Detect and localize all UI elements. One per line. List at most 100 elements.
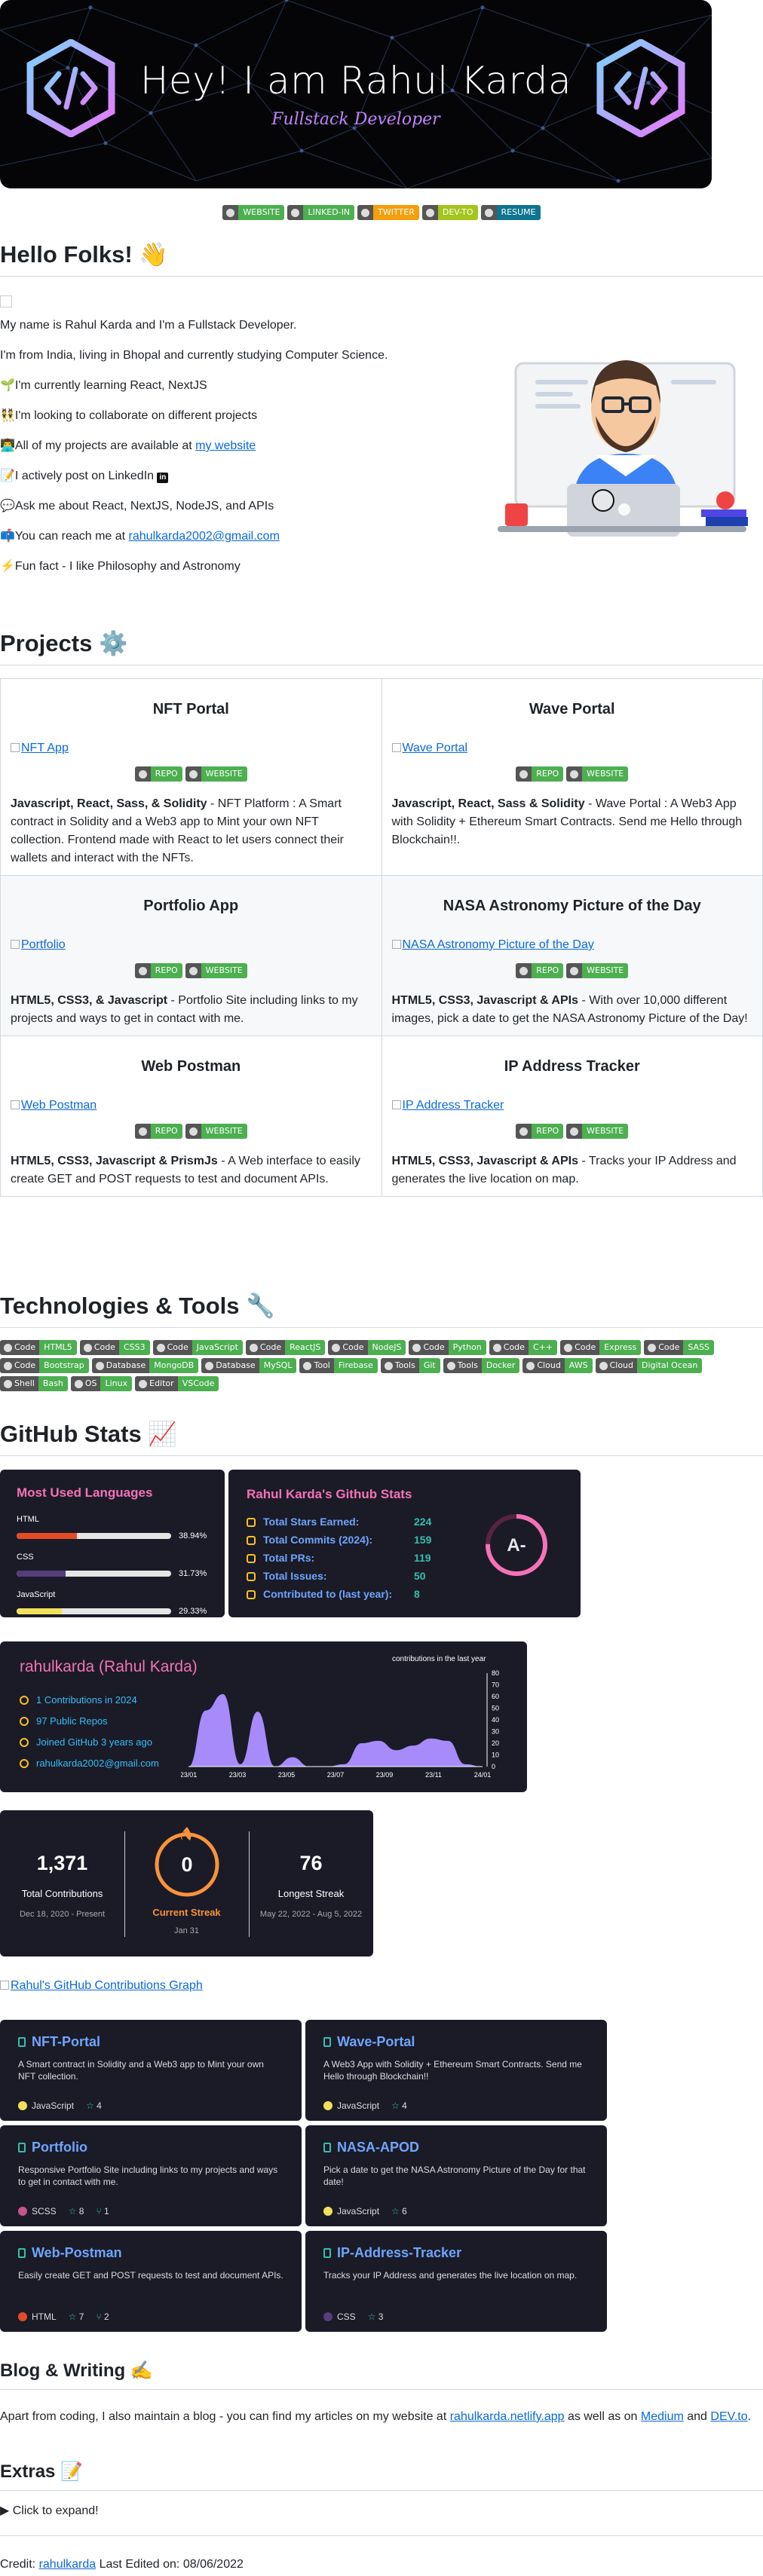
repo-badge[interactable]: REPO [516,766,564,782]
emoji: 📫 [0,530,15,543]
devto-link[interactable]: DEV.to [710,2410,747,2423]
medium-link[interactable]: Medium [641,2410,684,2423]
tech-logo-icon [95,1361,104,1370]
current-streak-date: Jan 31 [173,1926,200,1935]
extras-expander[interactable]: ▶ Click to expand! [0,2502,99,2520]
mail-icon [20,1758,29,1768]
repo-badge[interactable]: REPO [134,1124,182,1139]
tech-logo-icon [4,1379,12,1388]
y-tick-label: 30 [492,1728,499,1736]
contributions-area [188,1693,483,1767]
language-dot [18,2312,27,2321]
banner-title: Hey! I am Rahul Karda [139,59,572,102]
pinned-repo-card[interactable]: Web-Postman Easily create GET and POST re… [0,2231,302,2332]
tech-logo-icon [249,1343,258,1352]
website-badge[interactable]: WEBSITE [566,1124,629,1139]
social-badge-dev-to[interactable]: DEV-TO [421,205,478,220]
credit-link[interactable]: rahulkarda [39,2558,97,2571]
about-link[interactable]: my website [195,439,256,452]
website-badge[interactable]: WEBSITE [185,963,247,978]
stat-value: 119 [414,1552,431,1564]
project-image-link[interactable]: NFT App [11,739,372,757]
social-badge-linked-in[interactable]: LINKED-IN [287,205,355,220]
blog-site-link[interactable]: rahulkarda.netlify.app [450,2410,565,2423]
tech-badge: Code Bootstrap [0,1358,89,1373]
x-tick-label: 23/01 [181,1771,197,1779]
tech-badge: Database MySQL [201,1358,297,1373]
globe-icon [188,966,198,975]
language-item: HTML 38.94% [17,1513,208,1543]
current-streak-label: Current Streak [152,1907,221,1918]
project-image-link[interactable]: Portfolio [11,936,372,954]
language-item: CSS 31.73% [17,1551,208,1581]
website-badge[interactable]: WEBSITE [566,766,629,782]
project-title: NFT Portal [152,701,229,717]
language-dot [323,2207,332,2216]
social-badge-twitter[interactable]: TWITTER [357,205,419,220]
pinned-repo-card[interactable]: NASA-APOD Pick a date to get the NASA Ast… [305,2125,607,2226]
project-description: HTML5, CSS3, Javascript & APIs - Tracks … [391,1155,737,1186]
tech-badge: Editor VSCode [135,1376,219,1391]
repo-forks: ⑂ 1 [96,2206,109,2217]
tech-badge: Code Python [409,1340,486,1355]
project-tech: HTML5, CSS3, & Javascript [11,994,168,1007]
social-badge-website[interactable]: WEBSITE [222,205,285,220]
project-image-link[interactable]: Web Postman [11,1097,372,1115]
emoji: 👨‍💻 [0,439,15,452]
languages-title: Most Used Languages [17,1485,153,1500]
tech-badge: Code NodeJS [328,1340,406,1355]
issue-icon [247,1571,256,1581]
profile-summary-card: rahulkarda (Rahul Karda) 1 Contributions… [0,1641,527,1792]
stat-row: Contributed to (last year): 8 [247,1586,562,1604]
contributions-graph-link[interactable]: Rahul's GitHub Contributions Graph [0,1977,203,1995]
broken-image-icon [11,940,20,949]
streak-ring: 0 [155,1827,219,1897]
pinned-repo-card[interactable]: Portfolio Responsive Portfolio Site inclu… [0,2125,302,2226]
commit-icon [20,1695,29,1705]
language-dot [18,2101,27,2110]
tech-logo-icon [205,1361,214,1370]
project-image-link[interactable]: Wave Portal [391,739,753,757]
repo-icon [20,1716,29,1726]
language-bar [17,1608,171,1615]
y-tick-label: 60 [492,1693,499,1700]
website-badge[interactable]: WEBSITE [185,1124,247,1139]
total-contributions-range: Dec 18, 2020 - Present [19,1910,106,1919]
pinned-repo-card[interactable]: IP-Address-Tracker Tracks your IP Address… [305,2231,607,2332]
project-title: Wave Portal [529,701,615,717]
project-image-link[interactable]: NASA Astronomy Picture of the Day [391,936,753,954]
about-line: 📫You can reach me at rahulkarda2002@gmai… [0,530,280,543]
repo-badge[interactable]: REPO [134,963,182,978]
repo-icon [18,2037,26,2047]
social-badge-resume[interactable]: RESUME [480,205,541,220]
pinned-repo-card[interactable]: Wave-Portal A Web3 App with Solidity + Et… [305,2020,607,2121]
about-line: 💬Ask me about React, NextJS, NodeJS, and… [0,500,274,512]
projects-table: NFT Portal NFT App REPO WEBSITE Javascript, … [0,678,763,1197]
linkedin-icon[interactable]: in [157,473,169,483]
language-bar [17,1571,171,1577]
about-link[interactable]: rahulkarda2002@gmail.com [129,530,280,543]
star-icon: ☆ [68,2206,79,2217]
repo-icon [323,2248,331,2258]
language-dot [323,2312,332,2321]
total-contributions-label: Total Contributions [21,1887,103,1899]
repo-icon [323,2037,331,2047]
y-tick-label: 50 [492,1705,499,1712]
project-row: Web Postman Web Postman REPO WEBSITE HTML5, … [0,1036,763,1197]
project-image-link[interactable]: IP Address Tracker [391,1097,753,1115]
y-tick-label: 10 [492,1751,499,1759]
language-bar-fill [17,1571,66,1577]
tech-badge: Database MongoDB [91,1358,199,1373]
tech-logo-icon [332,1343,341,1352]
website-badge[interactable]: WEBSITE [566,963,629,978]
blog-heading: Blog & Writing ✍️ [0,2359,763,2390]
tech-logo-icon [564,1343,573,1352]
repo-badge[interactable]: REPO [516,1124,564,1139]
repo-forks: ⑂ 2 [96,2311,109,2322]
pinned-repo-card[interactable]: NFT-Portal A Smart contract in Solidity a… [0,2020,302,2121]
tech-logo-icon [4,1361,12,1370]
repo-badge[interactable]: REPO [134,766,182,782]
emoji: 👯 [0,409,15,422]
repo-badge[interactable]: REPO [516,963,564,978]
website-badge[interactable]: WEBSITE [185,766,247,782]
